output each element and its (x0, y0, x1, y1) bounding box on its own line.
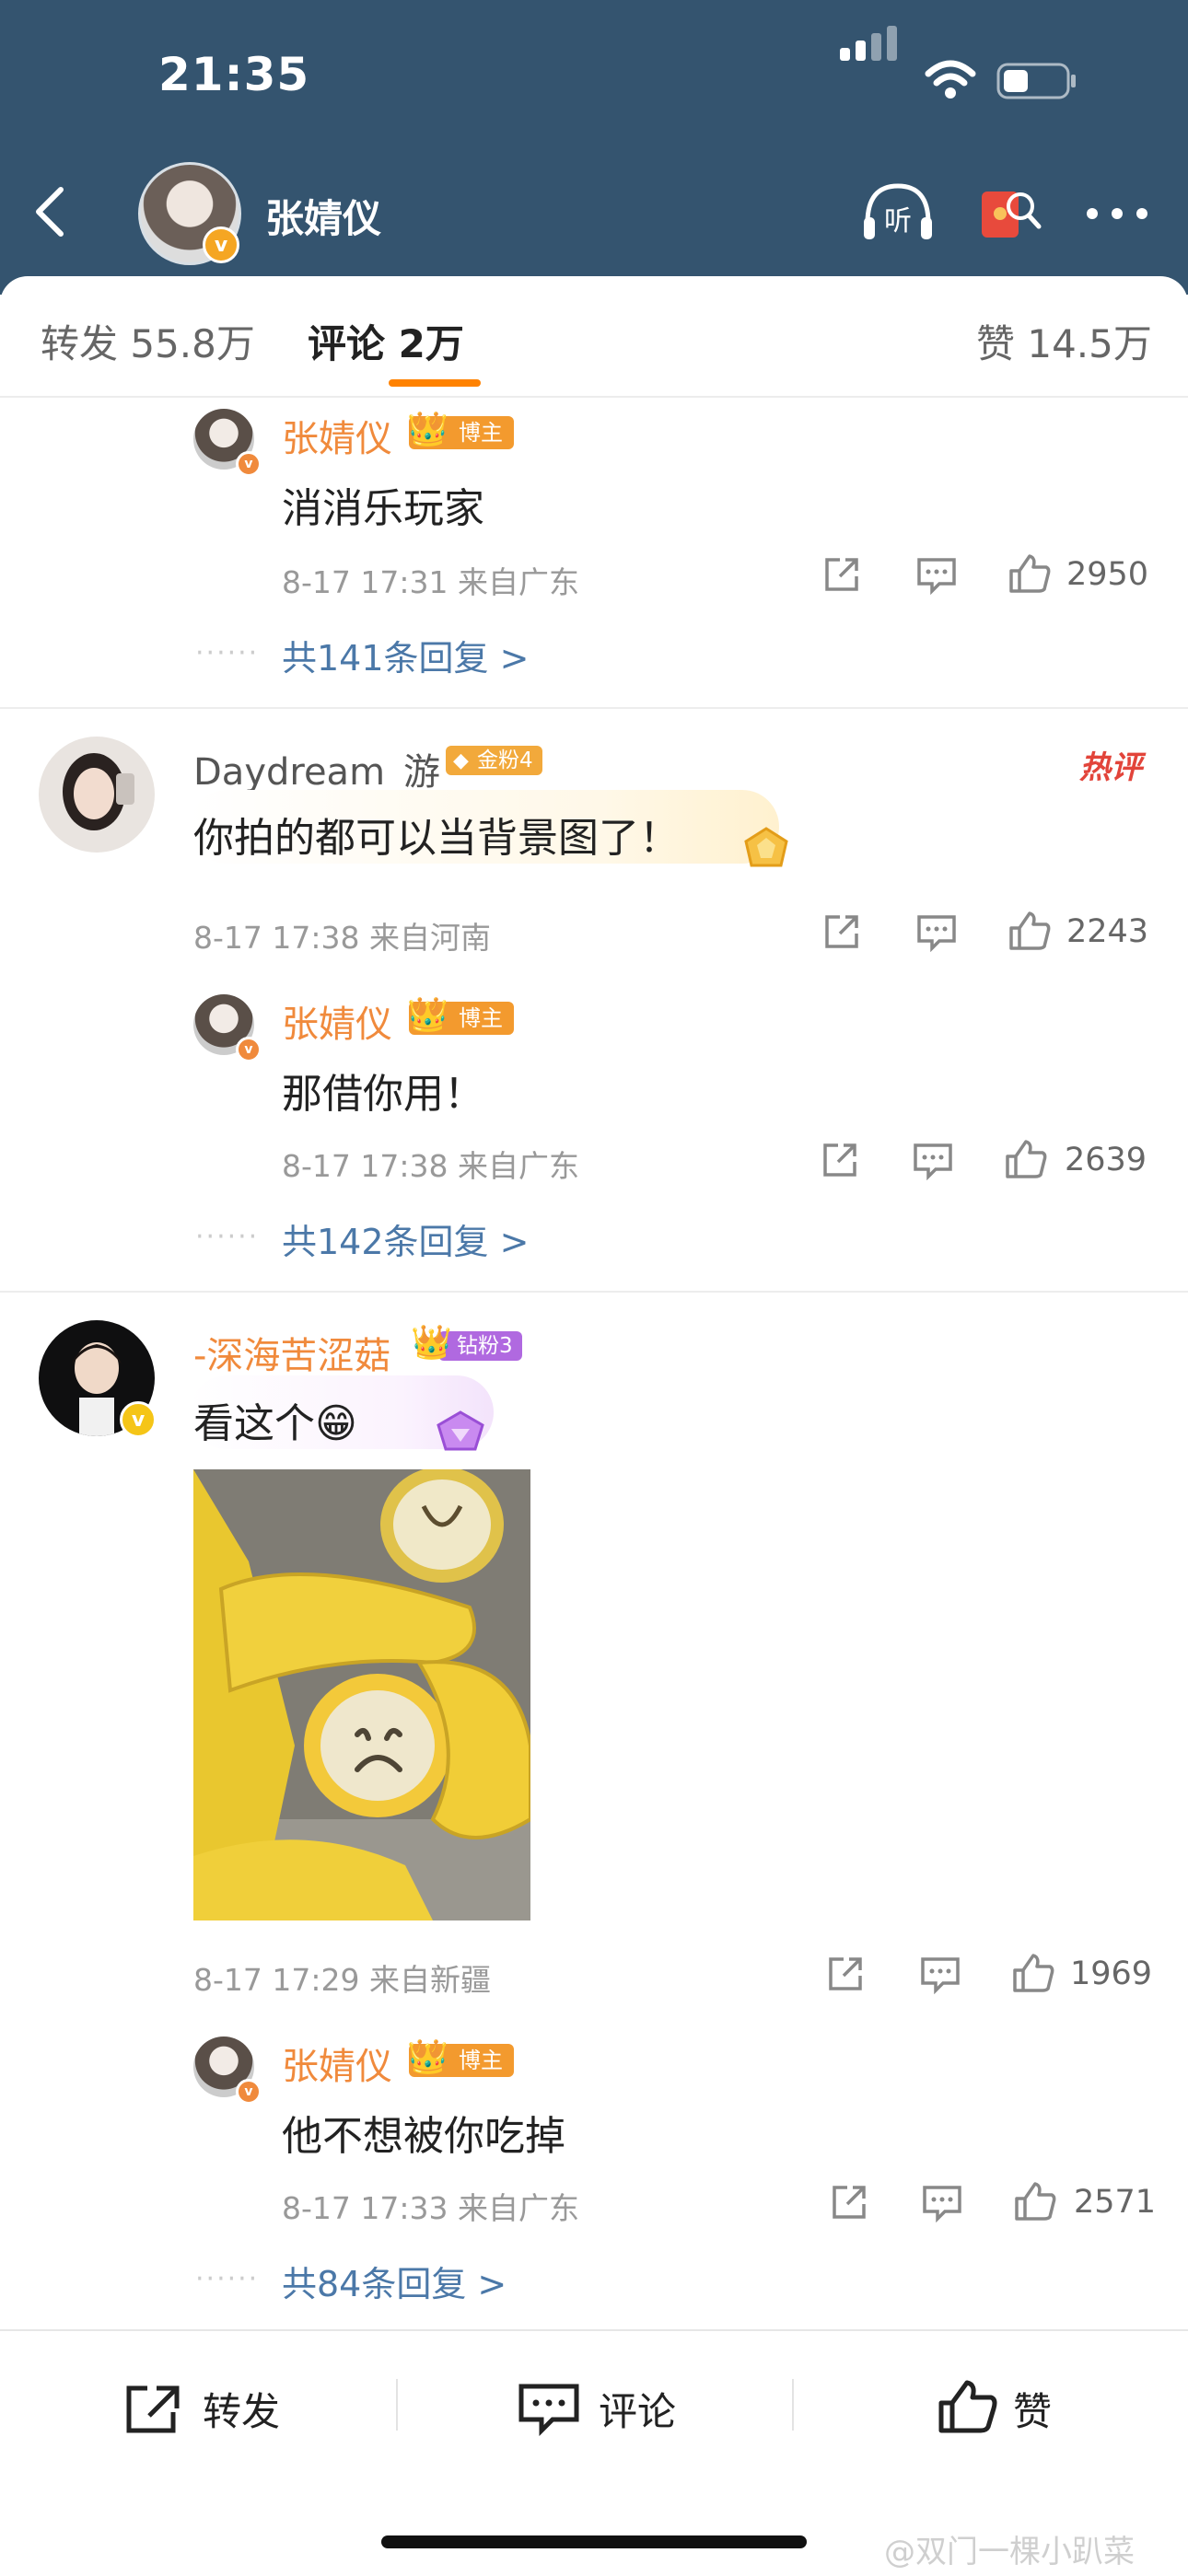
tab-likes[interactable]: 赞 14.5万 (976, 313, 1152, 369)
status-time: 21:35 (158, 48, 310, 101)
reply-author-name[interactable]: 张婧仪 (282, 2036, 392, 2090)
more-replies-link[interactable]: 共141条回复 > (282, 630, 529, 680)
crown-icon: 👑 (411, 1324, 452, 1362)
share-icon[interactable] (820, 1140, 860, 1180)
comment-like-count: 2243 (1066, 913, 1149, 950)
reply-like-count: 2571 (1074, 2184, 1157, 2221)
like-thumb-icon[interactable] (1004, 1138, 1048, 1180)
reply-like-count: 2950 (1066, 556, 1149, 593)
comment-meta: 8-17 17:38 来自河南 (193, 920, 491, 956)
blogger-badge-label: 博主 (459, 2048, 503, 2073)
svg-text:听: 听 (884, 205, 912, 238)
more-options-icon[interactable] (1085, 206, 1149, 221)
comment-icon[interactable] (912, 1142, 954, 1180)
verified-badge-icon: v (236, 1037, 262, 1062)
like-icon[interactable] (936, 2377, 998, 2436)
verified-badge-icon: v (203, 226, 239, 263)
like-thumb-icon[interactable] (1011, 1952, 1055, 1994)
share-icon[interactable] (825, 1954, 866, 1994)
comment-icon[interactable] (915, 913, 958, 952)
wifi-icon (925, 60, 976, 99)
reply-author-name[interactable]: 张婧仪 (282, 994, 392, 1048)
repost-button[interactable]: 转发 (203, 2381, 280, 2437)
fan-level-label: 金粉4 (477, 748, 533, 772)
share-icon[interactable] (829, 2182, 869, 2222)
reply-author-name[interactable]: 张婧仪 (282, 409, 392, 462)
fan-level-label: 钻粉3 (457, 1334, 513, 1358)
tab-reposts[interactable]: 转发 55.8万 (41, 313, 255, 369)
more-replies-link[interactable]: 共142条回复 > (282, 1213, 529, 1264)
verified-badge-icon: v (236, 2079, 262, 2105)
reply-dots: ······ (195, 1221, 260, 1253)
more-replies-link[interactable]: 共84条回复 > (282, 2256, 507, 2306)
like-thumb-icon[interactable] (1007, 552, 1052, 595)
blogger-badge-label: 博主 (459, 1005, 503, 1031)
share-icon[interactable] (821, 911, 862, 952)
reply-text: 消消乐玩家 (282, 485, 484, 532)
active-tab-indicator (389, 379, 481, 387)
tab-comments[interactable]: 评论 2万 (308, 313, 464, 369)
blogger-badge-label: 博主 (459, 420, 503, 446)
crown-icon: 👑 (407, 996, 448, 1034)
comment-icon[interactable] (915, 556, 958, 595)
commenter-name[interactable]: -深海苦涩菇 (193, 1326, 390, 1379)
repost-icon[interactable] (122, 2381, 186, 2436)
weibo-watermark: @双门一棵小趴菜 (884, 2534, 1135, 2570)
comment-meta: 8-17 17:29 来自新疆 (193, 1962, 491, 1998)
battery-icon (996, 63, 1076, 99)
comment-text: 看这个😁 (193, 1400, 357, 1447)
diamond-medal-icon (437, 1410, 484, 1451)
red-envelope-icon[interactable] (978, 179, 1042, 243)
like-button[interactable]: 赞 (1013, 2381, 1052, 2437)
comment-icon[interactable] (921, 2184, 963, 2222)
listen-icon[interactable]: 听 (860, 180, 936, 245)
like-thumb-icon[interactable] (1013, 2180, 1057, 2222)
reply-dots: ······ (195, 637, 260, 669)
like-thumb-icon[interactable] (1007, 910, 1052, 952)
comment-divider (0, 707, 1188, 709)
comment-icon[interactable] (919, 1955, 961, 1994)
profile-name[interactable]: 张婧仪 (265, 188, 381, 244)
bar-separator (792, 2379, 794, 2431)
comment-text: 你拍的都可以当背景图了！ (193, 815, 680, 862)
verified-badge-icon: v (236, 451, 262, 477)
reply-meta: 8-17 17:31 来自广东 (282, 564, 579, 600)
banana-photo[interactable] (193, 1469, 530, 1920)
reply-meta: 8-17 17:38 来自广东 (282, 1148, 579, 1184)
reply-like-count: 2639 (1065, 1142, 1147, 1178)
reply-text: 那借你用！ (282, 1071, 484, 1118)
reply-dots: ······ (195, 2263, 260, 2295)
gold-medal-icon (744, 827, 788, 867)
tab-bar: 转发 55.8万 评论 2万 赞 14.5万 (0, 276, 1188, 398)
home-indicator (381, 2535, 807, 2548)
bar-separator (396, 2379, 398, 2431)
hot-comment-tag: 热评 (1079, 749, 1142, 786)
crown-icon: 👑 (407, 2038, 448, 2076)
comment-like-count: 1969 (1070, 1955, 1153, 1992)
back-arrow-icon[interactable] (29, 184, 70, 239)
comment-bubble-icon[interactable] (516, 2381, 582, 2436)
reply-text: 他不想被你吃掉 (282, 2113, 565, 2160)
commenter-name[interactable]: Daydream_游 (193, 742, 440, 795)
top-header: 21:35 v 张婧仪 听 (0, 0, 1188, 295)
crown-icon: 👑 (407, 411, 448, 448)
share-icon[interactable] (821, 554, 862, 595)
verified-badge-icon: v (120, 1401, 157, 1438)
fan-gem-icon: ◆ (453, 749, 469, 772)
comment-button[interactable]: 评论 (599, 2381, 676, 2437)
commenter-avatar[interactable] (39, 737, 155, 853)
reply-meta: 8-17 17:33 来自广东 (282, 2190, 579, 2226)
comment-divider (0, 1291, 1188, 1293)
